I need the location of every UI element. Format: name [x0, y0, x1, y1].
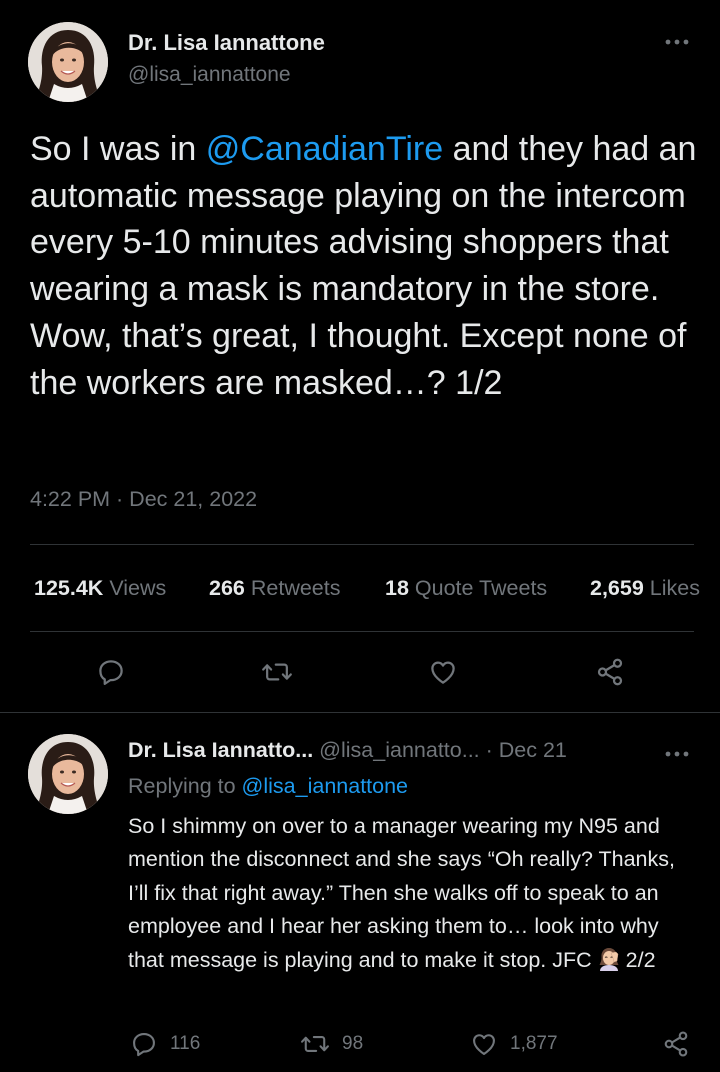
reply-date[interactable]: Dec 21 [499, 738, 567, 762]
quotes-label: Quote Tweets [414, 576, 548, 600]
views-count: 125.4K [34, 576, 104, 600]
separator: · [479, 738, 499, 762]
reply-like-button[interactable]: 1,877 [470, 1030, 558, 1058]
like-icon [473, 1034, 495, 1055]
reply-text-part: So I shimmy on over to a manager wearing… [128, 814, 675, 972]
timestamp[interactable]: 4:22 PM · Dec 21, 2022 [30, 487, 257, 512]
replying-handle-link[interactable]: @lisa_iannattone [242, 774, 408, 798]
share-icon [664, 1031, 688, 1057]
reply-text: So I shimmy on over to a manager wearing… [128, 810, 688, 977]
tweet-text-part: So I was in [30, 130, 206, 168]
views-stat: 125.4K Views [34, 576, 166, 601]
mention-link[interactable]: @CanadianTire [206, 130, 443, 168]
tweet-text-part: and they had an automatic message playin… [30, 130, 697, 402]
retweet-icon[interactable] [259, 654, 295, 690]
reply-share-button[interactable] [662, 1030, 702, 1058]
author-name[interactable]: Dr. Lisa Iannattone [128, 30, 325, 56]
more-horizontal-icon[interactable] [664, 30, 690, 50]
like-icon[interactable] [425, 654, 461, 690]
likes-label: Likes [649, 576, 700, 600]
reply-icon [133, 1033, 155, 1057]
retweet-icon [301, 1036, 329, 1052]
replying-label: Replying to [128, 774, 242, 798]
quotes-stat[interactable]: 18 Quote Tweets [385, 576, 547, 601]
likes-count: 2,659 [590, 576, 644, 600]
reply-header: Dr. Lisa Iannatto... @lisa_iannatto... ·… [128, 738, 567, 763]
author-handle[interactable]: @lisa_iannattone [128, 63, 291, 87]
avatar[interactable] [28, 22, 108, 102]
quotes-count: 18 [385, 576, 409, 600]
likes-stat[interactable]: 2,659 Likes [590, 576, 700, 601]
views-label: Views [109, 576, 167, 600]
reply-retweet-button[interactable]: 98 [300, 1030, 363, 1058]
reply-icon[interactable] [93, 654, 129, 690]
divider [0, 712, 720, 713]
reply-author-name[interactable]: Dr. Lisa Iannatto... [128, 738, 313, 762]
reply-text-part: 2/2 [625, 947, 656, 972]
replying-to: Replying to @lisa_iannattone [128, 774, 408, 799]
reply-author-handle[interactable]: @lisa_iannatto... [319, 738, 479, 762]
reply-count: 116 [170, 1033, 201, 1054]
more-horizontal-icon[interactable] [664, 742, 690, 762]
retweet-count: 98 [342, 1033, 364, 1054]
retweets-count: 266 [209, 576, 245, 600]
tweet-text: So I was in @CanadianTire and they had a… [30, 126, 710, 406]
woman-facepalming-emoji [596, 945, 622, 971]
reply-reply-button[interactable]: 116 [130, 1030, 200, 1058]
divider [30, 631, 694, 632]
retweets-label: Retweets [250, 576, 341, 600]
avatar[interactable] [28, 734, 108, 814]
like-count: 1,877 [510, 1033, 558, 1054]
share-icon[interactable] [592, 654, 628, 690]
divider [30, 544, 694, 545]
retweets-stat[interactable]: 266 Retweets [209, 576, 340, 601]
